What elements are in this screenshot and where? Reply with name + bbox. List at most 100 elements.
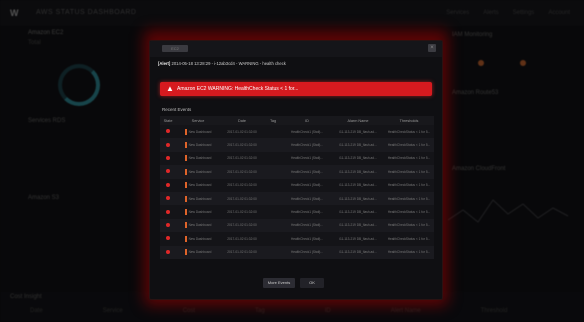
alarm-name-cell: i11-113-219 DB_flash.ad... (332, 218, 384, 233)
col-id[interactable]: ID (282, 116, 332, 125)
service-cell: New Dashboard (176, 138, 220, 152)
state-cell (160, 205, 176, 219)
close-icon[interactable]: × (428, 44, 436, 52)
recent-events-table: State Service Date Tag ID Alarm Name Thr… (160, 116, 434, 259)
alert-message: [Alert] 2014-05-18 13:28:29 - i-12ab3cd4… (158, 61, 286, 66)
service-name: New Dashboard (188, 223, 212, 228)
state-cell (160, 178, 176, 192)
table-row[interactable]: New Dashboard 2017-01-02 01:32:00 HealthCh… (160, 191, 434, 206)
table-row[interactable]: New Dashboard 2017-01-02 01:32:00 HealthCh… (160, 165, 434, 179)
col-service[interactable]: Service (176, 116, 220, 125)
alert-modal: EC2 × [Alert] 2014-05-18 13:28:29 - i-12… (149, 40, 443, 300)
alarm-name-cell: i11-113-219 DB_flash.ad... (332, 178, 384, 192)
alert-text: 2014-05-18 13:28:29 - i-12ab3cd4 - WARNI… (171, 61, 286, 66)
alert-status-dot-icon (166, 155, 170, 160)
col-tag[interactable]: Tag (264, 116, 282, 125)
service-cell: New Dashboard (176, 178, 220, 192)
table-row[interactable]: New Dashboard 2017-01-02 01:32:00 HealthCh… (160, 232, 434, 246)
service-name: New Dashboard (188, 250, 212, 255)
service-cell: New Dashboard (176, 232, 220, 246)
id-cell: HealthCheck1 (Statl)... (282, 218, 332, 233)
service-flag-icon (184, 235, 187, 242)
threshold-cell: HealthCheckStatus < 1 for 5... (384, 151, 434, 166)
table-row[interactable]: New Dashboard 2017-01-02 01:32:00 HealthCh… (160, 138, 434, 152)
date-cell: 2017-01-02 01:32:00 (220, 178, 264, 192)
alarm-name-cell: i11-113-219 DB_flash.ad... (332, 151, 384, 166)
col-date[interactable]: Date (220, 116, 264, 125)
id-cell: HealthCheck1 (Statl)... (282, 125, 332, 139)
id-cell: HealthCheck1 (Statl)... (282, 232, 332, 246)
alert-status-dot-icon (166, 142, 170, 147)
service-cell: New Dashboard (176, 191, 220, 206)
id-cell: HealthCheck1 (Statl)... (282, 165, 332, 179)
state-cell (160, 232, 176, 246)
tag-cell (264, 232, 282, 246)
service-cell: New Dashboard (176, 245, 220, 259)
alert-status-dot-icon (166, 169, 170, 174)
service-flag-icon (184, 128, 187, 135)
alarm-name-cell: i11-113-219 DB_flash.ad... (332, 245, 384, 259)
date-cell: 2017-01-02 01:32:00 (220, 125, 264, 139)
state-cell (160, 218, 176, 233)
service-flag-icon (184, 209, 187, 216)
service-flag-icon (184, 182, 187, 189)
service-flag-icon (184, 155, 187, 162)
service-flag-icon (184, 222, 187, 229)
alert-status-dot-icon (166, 182, 170, 187)
service-flag-icon (184, 142, 187, 149)
threshold-cell: HealthCheckStatus < 1 for 5... (384, 125, 434, 139)
threshold-cell: HealthCheckStatus < 1 for 5... (384, 232, 434, 246)
date-cell: 2017-01-02 01:32:00 (220, 191, 264, 206)
alert-status-dot-icon (166, 236, 170, 241)
warning-banner-text: Amazon EC2 WARNING: HealthCheck Status <… (177, 85, 299, 92)
date-cell: 2017-01-02 01:32:00 (220, 138, 264, 152)
more-events-button[interactable]: More Events (263, 278, 295, 288)
col-alarm-name[interactable]: Alarm Name (332, 116, 384, 125)
table-row[interactable]: New Dashboard 2017-01-02 01:32:00 HealthCh… (160, 178, 434, 192)
recent-events-title: Recent Events (162, 107, 192, 112)
alarm-name-cell: i11-113-219 DB_flash.ad... (332, 232, 384, 246)
tag-cell (264, 151, 282, 166)
col-thresholds[interactable]: Thresholds (384, 116, 434, 125)
id-cell: HealthCheck1 (Statl)... (282, 178, 332, 192)
date-cell: 2017-01-02 01:32:00 (220, 165, 264, 179)
service-name: New Dashboard (188, 196, 212, 201)
table-row[interactable]: New Dashboard 2017-01-02 01:32:00 HealthCh… (160, 218, 434, 233)
threshold-cell: HealthCheckStatus < 1 for 5... (384, 165, 434, 179)
service-cell: New Dashboard (176, 151, 220, 166)
warning-icon: ▲ (166, 84, 174, 93)
service-tag: EC2 (162, 45, 188, 52)
alert-prefix: [Alert] (158, 61, 171, 66)
threshold-cell: HealthCheckStatus < 1 for 5... (384, 245, 434, 259)
tag-cell (264, 218, 282, 233)
service-flag-icon (184, 249, 187, 256)
alarm-name-cell: i11-113-219 DB_flash.ad... (332, 205, 384, 219)
alert-status-dot-icon (166, 249, 170, 254)
state-cell (160, 138, 176, 152)
id-cell: HealthCheck1 (Statl)... (282, 151, 332, 166)
state-cell (160, 125, 176, 139)
service-name: New Dashboard (188, 156, 212, 161)
table-row[interactable]: New Dashboard 2017-01-02 01:32:00 HealthCh… (160, 151, 434, 166)
state-cell (160, 191, 176, 206)
tag-cell (264, 205, 282, 219)
tag-cell (264, 245, 282, 259)
date-cell: 2017-01-02 01:32:00 (220, 205, 264, 219)
table-row[interactable]: New Dashboard 2017-01-02 01:32:00 HealthCh… (160, 245, 434, 259)
threshold-cell: HealthCheckStatus < 1 for 5... (384, 218, 434, 233)
alert-status-dot-icon (166, 129, 170, 134)
table-row[interactable]: New Dashboard 2017-01-02 01:32:00 HealthCh… (160, 125, 434, 139)
service-name: New Dashboard (188, 183, 212, 188)
tag-cell (264, 165, 282, 179)
ok-button[interactable]: OK (300, 278, 324, 288)
table-row[interactable]: New Dashboard 2017-01-02 01:32:00 HealthCh… (160, 205, 434, 219)
col-state[interactable]: State (160, 116, 176, 125)
warning-banner: ▲ Amazon EC2 WARNING: HealthCheck Status… (160, 82, 432, 96)
alert-status-dot-icon (166, 196, 170, 201)
tag-cell (264, 125, 282, 139)
date-cell: 2017-01-02 01:32:00 (220, 232, 264, 246)
service-name: New Dashboard (188, 236, 212, 241)
service-name: New Dashboard (188, 169, 212, 174)
alarm-name-cell: i11-113-219 DB_flash.ad... (332, 165, 384, 179)
service-name: New Dashboard (188, 209, 212, 214)
